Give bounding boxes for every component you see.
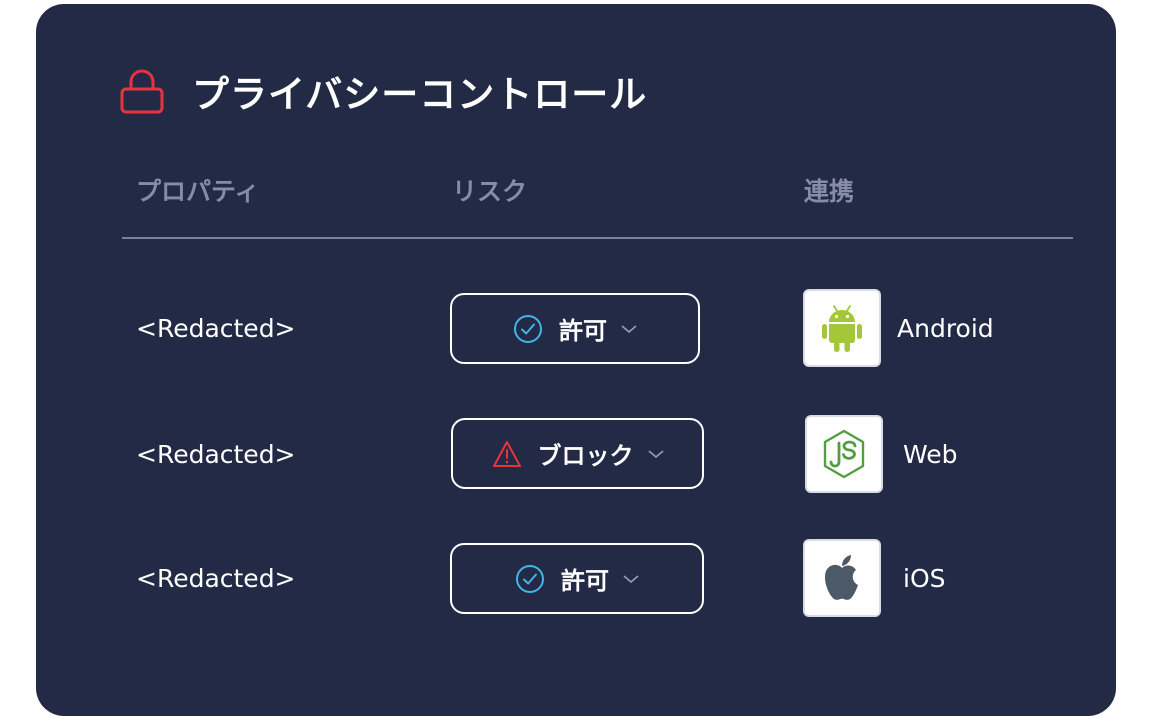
- row-3-risk-label: 許可: [561, 567, 609, 595]
- column-header-property: プロパティ: [136, 177, 260, 206]
- row-1-risk-label: 許可: [559, 317, 607, 345]
- card-header: プライバシーコントロール: [120, 66, 647, 116]
- chevron-down-icon: [647, 449, 664, 458]
- page-title: プライバシーコントロール: [192, 73, 648, 116]
- row-1-platform-tile: [803, 289, 881, 367]
- chevron-down-icon: [623, 574, 639, 583]
- privacy-control-card: プライバシーコントロール プロパティ リスク 連携 <Redacted> 許可 …: [36, 4, 1116, 716]
- row-3-platform-tile: [803, 539, 881, 617]
- warning-triangle-icon: [492, 440, 521, 467]
- check-circle-icon: [516, 564, 544, 593]
- row-3-platform-name: iOS: [903, 564, 946, 593]
- row-2-platform-name: Web: [903, 440, 958, 469]
- row-2-risk-label: ブロック: [537, 442, 634, 470]
- column-header-risk: リスク: [452, 177, 528, 206]
- apple-icon: [824, 555, 858, 600]
- row-3-risk-dropdown[interactable]: 許可: [450, 543, 704, 614]
- nodejs-icon: [823, 429, 865, 479]
- header-divider: [122, 237, 1073, 239]
- row-1-property: <Redacted>: [136, 314, 296, 343]
- row-1-risk-dropdown[interactable]: 許可: [450, 293, 700, 364]
- row-3-property: <Redacted>: [136, 564, 296, 593]
- android-icon: [822, 305, 862, 352]
- lock-icon: [120, 69, 164, 114]
- check-circle-icon: [514, 314, 542, 343]
- row-2-property: <Redacted>: [136, 440, 296, 469]
- row-2-platform-tile: [805, 415, 883, 493]
- row-1-platform-name: Android: [897, 314, 994, 343]
- chevron-down-icon: [621, 324, 637, 333]
- row-2-risk-dropdown[interactable]: ブロック: [451, 418, 704, 489]
- column-header-integration: 連携: [804, 177, 855, 206]
